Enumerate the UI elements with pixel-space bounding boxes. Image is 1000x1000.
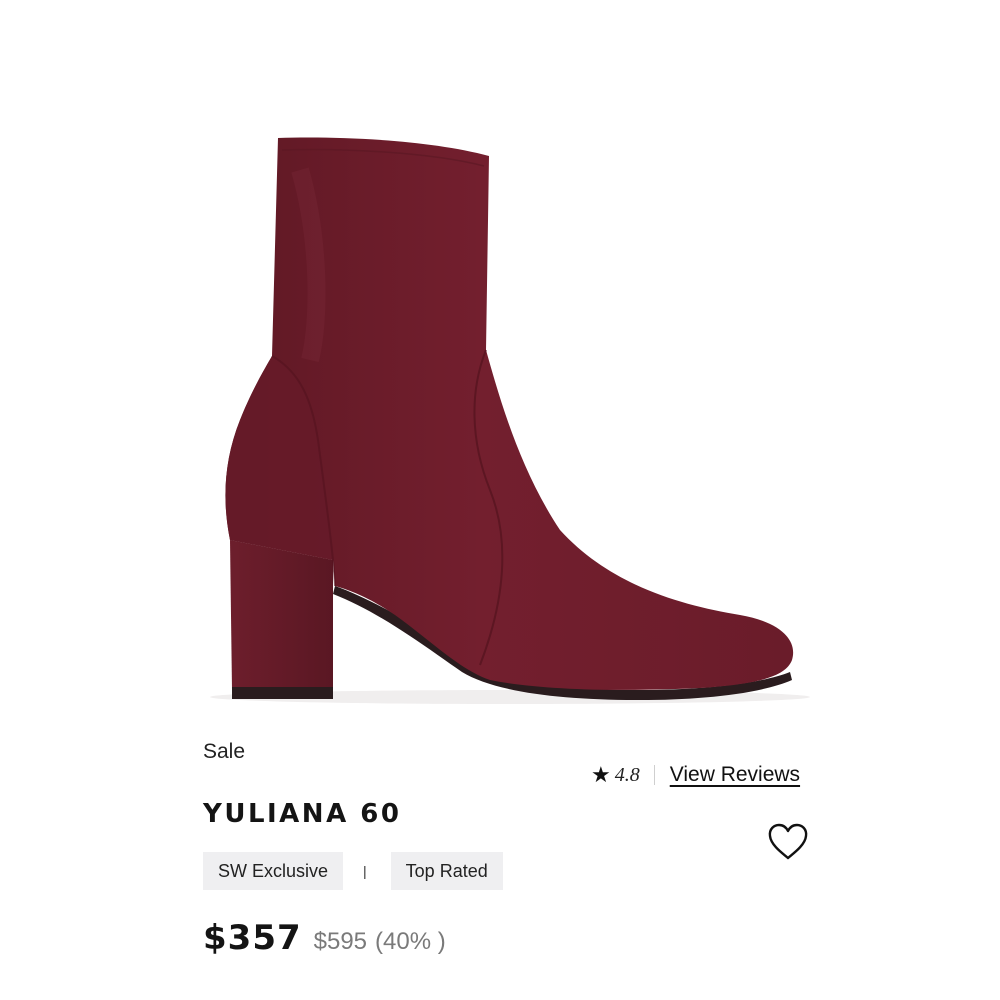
discount-percent: (40% ) bbox=[375, 928, 446, 955]
badge-separator: | bbox=[363, 863, 367, 879]
boot-image bbox=[210, 137, 810, 704]
sale-label: Sale bbox=[203, 740, 246, 763]
sale-price: $357 bbox=[203, 918, 302, 958]
badge-top-rated: Top Rated bbox=[390, 852, 503, 890]
product-image[interactable] bbox=[0, 0, 1000, 740]
product-title: YULIANA 60 bbox=[203, 799, 402, 829]
rating-divider bbox=[653, 765, 655, 785]
star-icon: ★ bbox=[591, 762, 611, 787]
rating: ★ 4.8 View Reviews bbox=[591, 763, 800, 787]
badge-sw-exclusive: SW Exclusive bbox=[203, 852, 344, 890]
view-reviews-link[interactable]: View Reviews bbox=[670, 763, 800, 787]
rating-value: 4.8 bbox=[614, 763, 640, 786]
wishlist-heart-icon[interactable] bbox=[767, 822, 809, 862]
badges-row: SW Exclusive | Top Rated bbox=[203, 852, 503, 890]
price-row: $357 $595 (40% ) bbox=[203, 918, 446, 958]
original-price: $595 bbox=[313, 928, 368, 955]
